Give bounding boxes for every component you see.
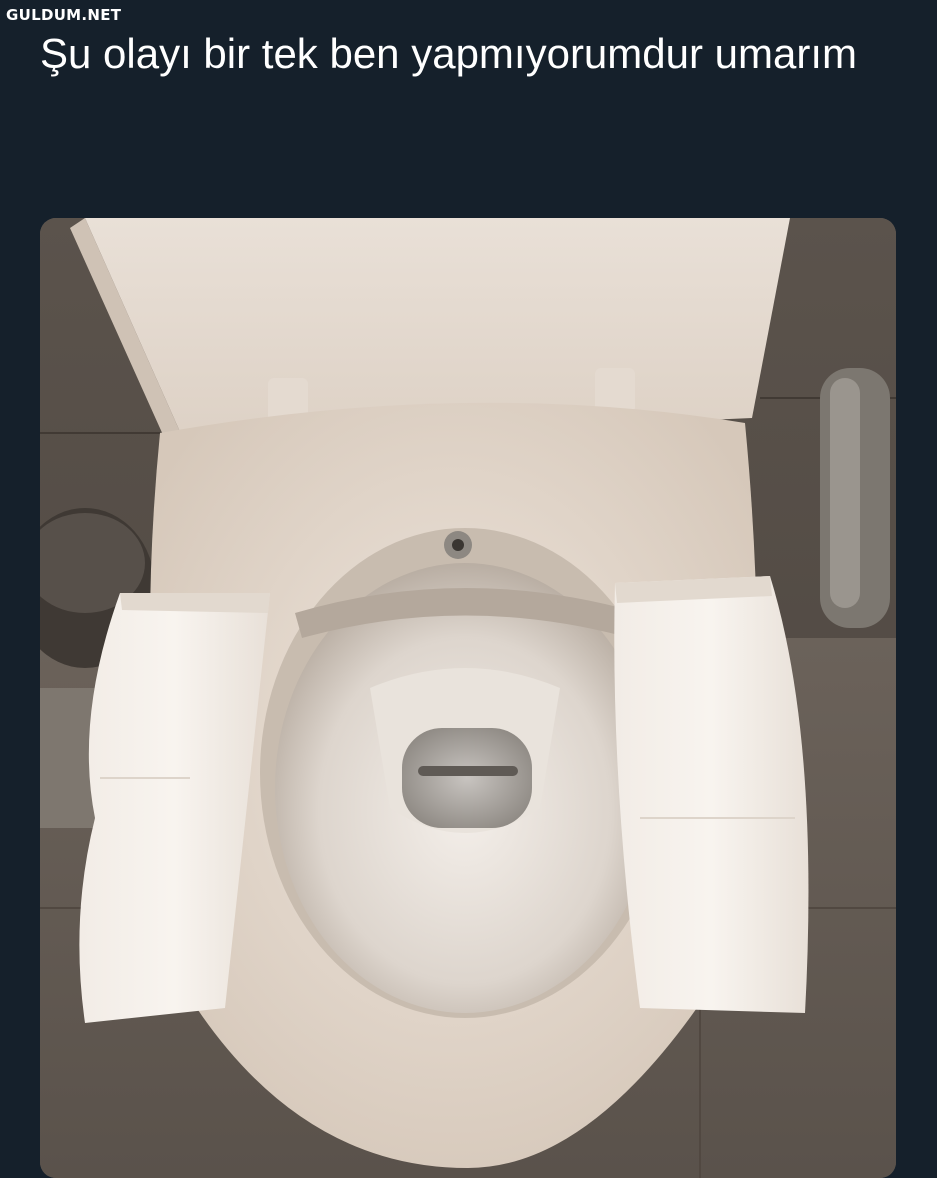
tweet-media-photo[interactable] [40, 218, 896, 1178]
toilet-photo-illustration [40, 218, 896, 1178]
tweet-text: Şu olayı bir tek ben yapmıyorumdur umarı… [40, 30, 857, 77]
